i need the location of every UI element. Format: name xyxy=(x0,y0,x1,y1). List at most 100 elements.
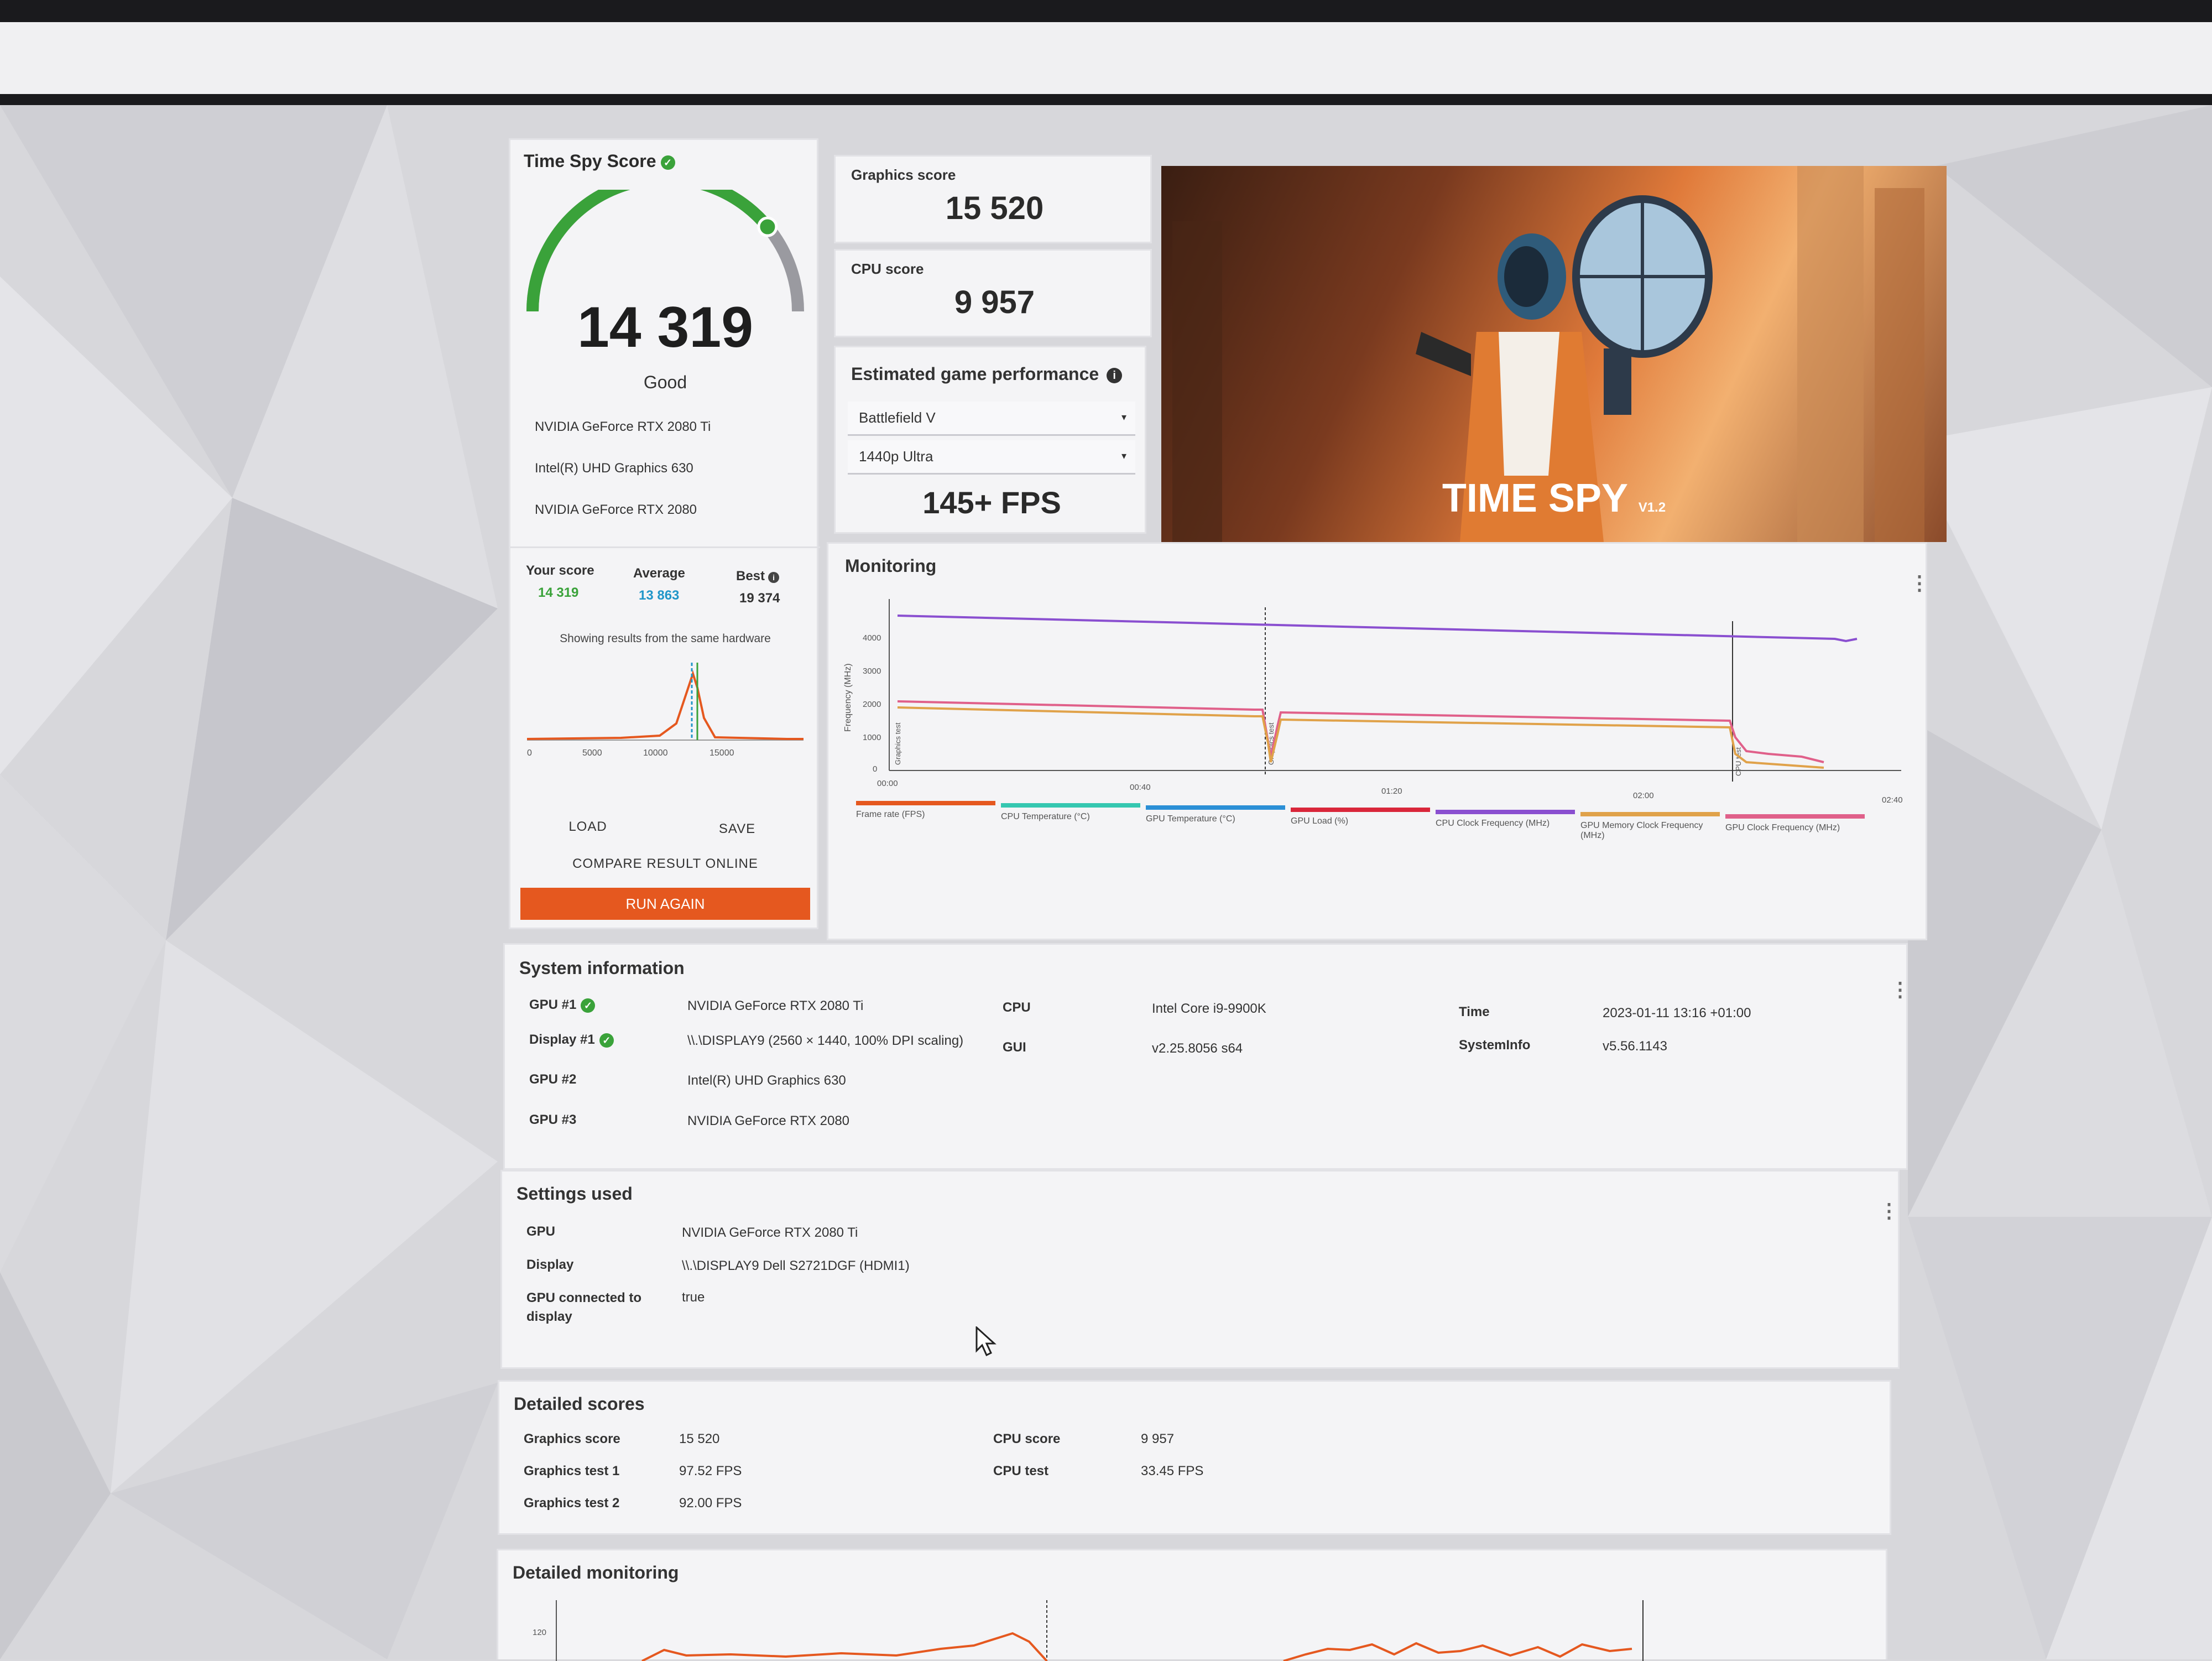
verified-check-icon: ✓ xyxy=(660,155,675,170)
legend-color-bar xyxy=(1291,808,1430,812)
your-score-value: 14 319 xyxy=(538,585,579,600)
settings-value: NVIDIA GeForce RTX 2080 Ti xyxy=(682,1225,858,1240)
monitoring-legend: Frame rate (FPS) CPU Temperature (°C) GPU … xyxy=(851,801,1901,867)
monitor-x-tick: 01:20 xyxy=(1381,787,1402,796)
cpu-score-card: CPU score 9 957 xyxy=(834,249,1152,337)
estimated-title: Estimated game performance i xyxy=(851,364,1123,384)
cpu-clock-line xyxy=(897,615,1858,643)
settings-key: Display xyxy=(526,1257,574,1272)
system-info-value: NVIDIA GeForce RTX 2080 Ti xyxy=(687,998,864,1013)
compare-online-button[interactable]: COMPARE RESULT ONLINE xyxy=(510,856,820,872)
legend-item[interactable]: CPU Temperature (°C) xyxy=(1001,812,1129,822)
test-marker-label: Graphics test xyxy=(894,722,902,765)
info-icon[interactable]: i xyxy=(768,572,780,583)
settings-used-card: Settings used ⋮ GPU NVIDIA GeForce RTX 2… xyxy=(500,1170,1900,1369)
time-spy-banner: TIME SPY V1.2 xyxy=(1161,166,1947,542)
score-card: Time Spy Score ✓ 14 319 Good NVIDIA GeFor… xyxy=(509,138,820,929)
score-distribution-chart: 0 5000 10000 15000 xyxy=(526,663,804,758)
system-info-value: NVIDIA GeForce RTX 2080 xyxy=(687,1113,850,1128)
settings-title: Settings used xyxy=(517,1184,633,1204)
result-page: Time Spy Score ✓ 14 319 Good NVIDIA GeFor… xyxy=(0,0,2212,1661)
gpu-memory-clock-line xyxy=(897,706,1824,769)
graphics-score-card: Graphics score 15 520 xyxy=(834,155,1152,243)
monitoring-chart: Frequency (MHz) 4000 3000 2000 1000 0 00… xyxy=(843,599,1903,805)
save-button[interactable]: SAVE xyxy=(671,821,804,837)
system-info-key: GPU #1 ✓ xyxy=(529,997,596,1013)
resolution-select-value: 1440p Ultra xyxy=(859,448,933,465)
monitor-y-tick: 0 xyxy=(873,764,877,774)
system-info-title: System information xyxy=(519,958,685,978)
system-info-value: v2.25.8056 s64 xyxy=(1152,1041,1243,1056)
banner-title: TIME SPY V1.2 xyxy=(1442,476,1666,520)
system-info-key: Time xyxy=(1459,1004,1490,1019)
chevron-down-icon: ▾ xyxy=(1121,412,1126,423)
detailed-score-value: 15 520 xyxy=(679,1431,720,1446)
dist-tick: 10000 xyxy=(643,748,668,758)
monitoring-card: Monitoring ⋮ Frequency (MHz) 4000 3000 2… xyxy=(827,542,1929,940)
legend-color-bar xyxy=(1001,803,1140,808)
average-value: 13 863 xyxy=(639,588,680,603)
monitor-x-tick: 00:40 xyxy=(1130,783,1151,792)
legend-item[interactable]: CPU Clock Frequency (MHz) xyxy=(1436,819,1564,829)
system-info-key: GUI xyxy=(1003,1040,1026,1055)
frame-rate-line xyxy=(641,1632,1632,1661)
detailed-monitoring-chart: 120 xyxy=(533,1600,1644,1661)
detailed-score-value: 97.52 FPS xyxy=(679,1464,742,1478)
settings-value: \\.\DISPLAY9 Dell S2721DGF (HDMI1) xyxy=(682,1258,910,1273)
detailed-scores-card: Detailed scores Graphics score 15 520 Gr… xyxy=(498,1380,1891,1535)
monitor-x-tick: 00:00 xyxy=(877,779,898,788)
verified-check-icon: ✓ xyxy=(581,998,596,1013)
more-options-icon[interactable]: ⋮ xyxy=(1879,1199,1899,1222)
cpu-score-label: CPU score xyxy=(851,261,924,277)
total-score: 14 319 xyxy=(577,295,754,360)
detailed-scores-title: Detailed scores xyxy=(514,1394,645,1414)
gpu-list-item: Intel(R) UHD Graphics 630 xyxy=(535,461,693,476)
system-info-value: v5.56.1143 xyxy=(1603,1039,1667,1054)
load-button[interactable]: LOAD xyxy=(521,819,654,835)
detailed-y-tick: 120 xyxy=(533,1628,546,1637)
system-info-key: Display #1 ✓ xyxy=(529,1032,614,1048)
monitor-y-tick: 3000 xyxy=(863,667,881,676)
game-select[interactable]: Battlefield V ▾ xyxy=(848,402,1135,436)
monitor-y-label: Frequency (MHz) xyxy=(843,663,853,732)
settings-key: GPU connected to display xyxy=(526,1290,642,1324)
detailed-score-value: 33.45 FPS xyxy=(1141,1464,1204,1478)
graphics-score-value: 15 520 xyxy=(945,190,1044,226)
more-options-icon[interactable]: ⋮ xyxy=(1890,978,1910,1001)
best-label: Best i xyxy=(736,569,780,584)
legend-item[interactable]: GPU Memory Clock Frequency (MHz) xyxy=(1580,821,1709,841)
system-info-value: Intel(R) UHD Graphics 630 xyxy=(687,1073,846,1088)
legend-color-bar xyxy=(1146,805,1285,810)
detailed-score-key: CPU score xyxy=(993,1431,1061,1446)
your-score-label: Your score xyxy=(526,563,594,578)
legend-color-bar xyxy=(856,801,995,805)
divider xyxy=(510,546,820,548)
chevron-down-icon: ▾ xyxy=(1121,450,1126,461)
system-info-key: CPU xyxy=(1003,1000,1031,1015)
system-info-key: GPU #3 xyxy=(529,1112,577,1127)
monitor-y-tick: 2000 xyxy=(863,700,881,709)
verified-check-icon: ✓ xyxy=(599,1033,614,1048)
monitor-y-tick: 4000 xyxy=(863,633,881,643)
run-again-button[interactable]: RUN AGAIN xyxy=(520,888,810,920)
graphics-score-label: Graphics score xyxy=(851,166,956,183)
detailed-score-key: Graphics test 1 xyxy=(524,1464,620,1478)
average-label: Average xyxy=(633,566,685,581)
game-select-value: Battlefield V xyxy=(859,409,936,426)
system-information-card: System information ⋮ GPU #1 ✓ NVIDIA GeFo… xyxy=(503,943,1910,1170)
legend-item[interactable]: Frame rate (FPS) xyxy=(856,810,984,820)
settings-key: GPU xyxy=(526,1224,556,1239)
gpu-list-item: NVIDIA GeForce RTX 2080 xyxy=(535,502,697,517)
score-rating: Good xyxy=(643,372,687,392)
mouse-cursor-icon xyxy=(975,1326,997,1357)
estimated-performance-card: Estimated game performance i Battlefield … xyxy=(834,346,1146,534)
legend-item[interactable]: GPU Load (%) xyxy=(1291,816,1419,826)
gpu-list-item: NVIDIA GeForce RTX 2080 Ti xyxy=(535,419,711,434)
info-icon[interactable]: i xyxy=(1107,367,1123,383)
legend-item[interactable]: GPU Temperature (°C) xyxy=(1146,814,1274,824)
score-card-title: Time Spy Score ✓ xyxy=(524,151,675,171)
resolution-select[interactable]: 1440p Ultra ▾ xyxy=(848,440,1135,475)
detailed-score-value: 9 957 xyxy=(1141,1431,1175,1446)
legend-item[interactable]: GPU Clock Frequency (MHz) xyxy=(1725,823,1854,833)
banner-version: V1.2 xyxy=(1638,500,1666,515)
